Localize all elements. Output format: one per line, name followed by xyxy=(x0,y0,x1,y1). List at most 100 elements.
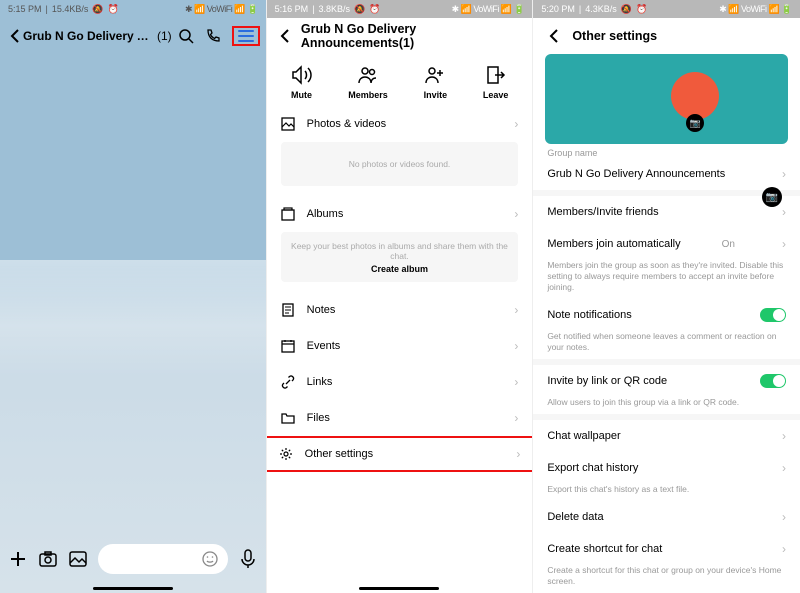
photos-row[interactable]: Photos & videos › xyxy=(281,106,519,142)
mute-button[interactable]: Mute xyxy=(291,64,313,100)
chevron-right-icon: › xyxy=(514,375,518,389)
row-subtitle: Allow users to join this group via a lin… xyxy=(533,397,800,414)
notes-row[interactable]: Notes› xyxy=(281,292,519,328)
status-right-icons: ✱ 📶 VoWiFi 📶 🔋 xyxy=(719,4,792,15)
other-settings-row-highlighted[interactable]: Other settings › xyxy=(267,436,534,472)
chat-member-count: (1) xyxy=(157,29,172,43)
plus-icon[interactable] xyxy=(8,549,28,569)
delete-row[interactable]: Delete data› xyxy=(533,501,800,533)
action-label: Leave xyxy=(483,90,509,100)
row-label: Other settings xyxy=(305,448,373,460)
nav-handle[interactable] xyxy=(359,587,439,590)
status-dnd-icon: 🔕 xyxy=(621,4,632,15)
members-icon xyxy=(357,64,379,86)
links-row[interactable]: Links › xyxy=(281,364,519,400)
notes-icon xyxy=(281,303,297,317)
back-icon[interactable] xyxy=(545,28,562,45)
call-icon[interactable] xyxy=(205,28,222,45)
status-right-icons: ✱ 📶 VoWiFi 📶 🔋 xyxy=(185,4,258,15)
gear-icon xyxy=(279,447,295,461)
row-subtitle: Export this chat's history as a text fil… xyxy=(533,484,800,501)
chevron-right-icon: › xyxy=(782,510,786,524)
shortcut-row[interactable]: Create shortcut for chat › xyxy=(533,533,800,565)
chevron-right-icon: › xyxy=(782,461,786,475)
status-right-icons: ✱ 📶 VoWiFi 📶 🔋 xyxy=(452,4,525,15)
autojoin-row[interactable]: Members join automatically On › xyxy=(533,228,800,260)
chevron-right-icon: › xyxy=(782,429,786,443)
back-icon[interactable] xyxy=(6,28,23,45)
alarm-icon: ⏰ xyxy=(369,4,380,15)
row-label: Invite by link or QR code xyxy=(547,375,667,387)
chevron-right-icon: › xyxy=(514,117,518,131)
export-row[interactable]: Export chat history › xyxy=(533,452,800,484)
row-value: On xyxy=(722,239,735,250)
albums-empty[interactable]: Keep your best photos in albums and shar… xyxy=(281,232,519,282)
message-input[interactable] xyxy=(98,544,228,574)
row-label: Links xyxy=(307,376,333,388)
status-net: 4.3KB/s xyxy=(585,4,617,14)
chevron-right-icon: › xyxy=(514,339,518,353)
members-button[interactable]: Members xyxy=(348,64,388,100)
camera-icon[interactable]: 📷 xyxy=(686,114,704,132)
toggle-on[interactable] xyxy=(760,374,786,388)
group-cover[interactable]: 📷 xyxy=(545,54,788,144)
nav-handle[interactable] xyxy=(93,587,173,590)
gallery-icon[interactable] xyxy=(68,549,88,569)
phone-menu-screen: 5:16 PM|3.8KB/s🔕⏰ ✱ 📶 VoWiFi 📶 🔋 Grub N … xyxy=(267,0,534,593)
invite-link-row[interactable]: Invite by link or QR code xyxy=(533,365,800,397)
action-label: Members xyxy=(348,90,388,100)
chat-input-bar xyxy=(0,539,266,579)
invite-button[interactable]: Invite xyxy=(424,64,448,100)
note-notifications-row[interactable]: Note notifications xyxy=(533,299,800,331)
chevron-right-icon: › xyxy=(782,542,786,556)
row-label: Notes xyxy=(307,304,336,316)
leave-button[interactable]: Leave xyxy=(483,64,509,100)
create-album-link[interactable]: Create album xyxy=(371,264,428,274)
row-label: Members/Invite friends xyxy=(547,206,658,218)
status-bar: 5:20 PM|4.3KB/s🔕⏰ ✱ 📶 VoWiFi 📶 🔋 xyxy=(533,0,800,18)
menu-title: Grub N Go Delivery Announcements(1) xyxy=(301,22,522,50)
invite-icon xyxy=(424,64,446,86)
hamburger-icon xyxy=(238,30,254,42)
events-row[interactable]: Events › xyxy=(281,328,519,364)
row-subtitle: Create a shortcut for this chat or group… xyxy=(533,565,800,593)
camera-icon[interactable] xyxy=(38,549,58,569)
status-dnd-icon: 🔕 xyxy=(354,4,365,15)
row-label: Photos & videos xyxy=(307,118,387,130)
search-icon[interactable] xyxy=(178,28,195,45)
status-dnd-icon: 🔕 xyxy=(92,4,103,15)
status-time: 5:20 PM xyxy=(541,4,575,14)
files-row[interactable]: Files› xyxy=(281,400,519,436)
row-subtitle: Members join the group as soon as they'r… xyxy=(533,260,800,299)
photos-icon xyxy=(281,117,297,131)
status-net: 3.8KB/s xyxy=(319,4,351,14)
emoji-icon[interactable] xyxy=(202,551,218,567)
albums-icon xyxy=(281,207,297,221)
phone-chat-screen: 5:15 PM | 15.4KB/s 🔕 ⏰ ✱ 📶 VoWiFi 📶 🔋 Gr… xyxy=(0,0,267,593)
row-subtitle: Get notified when someone leaves a comme… xyxy=(533,331,800,359)
members-row[interactable]: Members/Invite friends› xyxy=(533,196,800,228)
chevron-right-icon: › xyxy=(514,411,518,425)
chat-title[interactable]: Grub N Go Delivery Announce... xyxy=(23,29,155,43)
albums-row[interactable]: Albums› xyxy=(281,196,519,232)
row-label: Note notifications xyxy=(547,309,631,321)
group-name-row[interactable]: Grub N Go Delivery Announcements› xyxy=(533,158,800,190)
back-icon[interactable] xyxy=(277,27,293,44)
calendar-icon xyxy=(281,339,297,353)
row-label: Events xyxy=(307,340,341,352)
chevron-right-icon: › xyxy=(782,237,786,251)
chevron-right-icon: › xyxy=(516,447,520,461)
status-bar: 5:16 PM|3.8KB/s🔕⏰ ✱ 📶 VoWiFi 📶 🔋 xyxy=(267,0,533,18)
camera-icon[interactable]: 📷 xyxy=(762,187,782,207)
mic-icon[interactable] xyxy=(238,549,258,569)
row-label: Members join automatically xyxy=(547,238,680,250)
row-label: Export chat history xyxy=(547,462,638,474)
row-label: Chat wallpaper xyxy=(547,430,620,442)
page-title: Other settings xyxy=(572,29,657,43)
leave-icon xyxy=(485,64,507,86)
photos-empty: No photos or videos found. xyxy=(281,142,519,186)
row-label: Create shortcut for chat xyxy=(547,543,662,555)
menu-button-highlighted[interactable] xyxy=(232,26,260,46)
toggle-on[interactable] xyxy=(760,308,786,322)
wallpaper-row[interactable]: Chat wallpaper › xyxy=(533,420,800,452)
